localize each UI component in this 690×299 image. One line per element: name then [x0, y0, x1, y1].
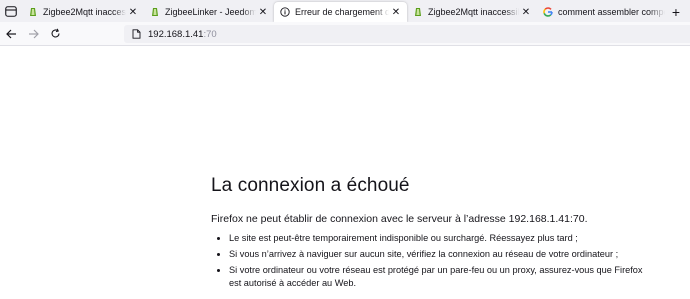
list-item: Si vous n’arrivez à naviguer sur aucun s…: [229, 248, 651, 261]
tab-title: Zigbee2Mqtt inaccessible depuis Ji: [43, 7, 126, 17]
tab-strip: Zigbee2Mqtt inaccessible depuis Ji ✕ Zig…: [0, 0, 690, 22]
error-description: Firefox ne peut établir de connexion ave…: [211, 213, 588, 225]
tab-title: Zigbee2Mqtt inaccessible depuis Ji: [428, 7, 519, 17]
firefox-view-button[interactable]: [0, 0, 22, 22]
navigation-toolbar: 192.168.1.41:70: [0, 22, 690, 46]
tab-error-page[interactable]: Erreur de chargement de la page ✕: [274, 2, 407, 22]
tab-zigbeelinker[interactable]: ZigbeeLinker - Jeedom Atlas ✕: [144, 2, 274, 22]
page-icon: [128, 25, 144, 43]
firefox-view-icon: [5, 5, 17, 17]
tab-zigbee2mqtt-1[interactable]: Zigbee2Mqtt inaccessible depuis Ji ✕: [22, 2, 144, 22]
url-host: 192.168.1.41: [148, 28, 204, 40]
tab-title: comment assembler composant: [558, 7, 665, 17]
jeedom-community-favicon-icon: [28, 7, 38, 17]
close-tab-icon[interactable]: ✕: [256, 7, 270, 18]
reload-button[interactable]: [44, 23, 66, 45]
list-item: Le site est peut-être temporairement ind…: [229, 232, 651, 245]
new-tab-button[interactable]: +: [665, 2, 687, 22]
google-favicon-icon: [543, 7, 553, 17]
error-reason-list: Le site est peut-être temporairement ind…: [211, 232, 651, 290]
jeedom-community-favicon-icon: [150, 7, 160, 17]
tab-title: Erreur de chargement de la page: [295, 7, 389, 17]
reload-icon: [50, 28, 60, 38]
close-tab-icon[interactable]: ✕: [126, 7, 140, 18]
close-tab-icon[interactable]: ✕: [389, 7, 403, 18]
tab-google-search[interactable]: comment assembler composant: [537, 2, 665, 22]
plus-icon: +: [671, 4, 681, 20]
close-tab-icon[interactable]: ✕: [519, 7, 533, 18]
arrow-left-icon: [5, 29, 16, 38]
tab-title: ZigbeeLinker - Jeedom Atlas: [165, 7, 256, 17]
address-bar[interactable]: 192.168.1.41:70: [124, 25, 690, 43]
error-page-content: La connexion a échoué Firefox ne peut ét…: [211, 175, 651, 293]
info-circle-icon: [280, 7, 290, 17]
arrow-right-icon: [28, 29, 39, 38]
back-button[interactable]: [0, 23, 22, 45]
forward-button[interactable]: [22, 23, 44, 45]
list-item: Si votre ordinateur ou votre réseau est …: [229, 264, 651, 290]
tab-zigbee2mqtt-2[interactable]: Zigbee2Mqtt inaccessible depuis Ji ✕: [407, 2, 537, 22]
url-port: :70: [203, 28, 217, 40]
error-title: La connexion a échoué: [211, 175, 410, 196]
jeedom-community-favicon-icon: [413, 7, 423, 17]
